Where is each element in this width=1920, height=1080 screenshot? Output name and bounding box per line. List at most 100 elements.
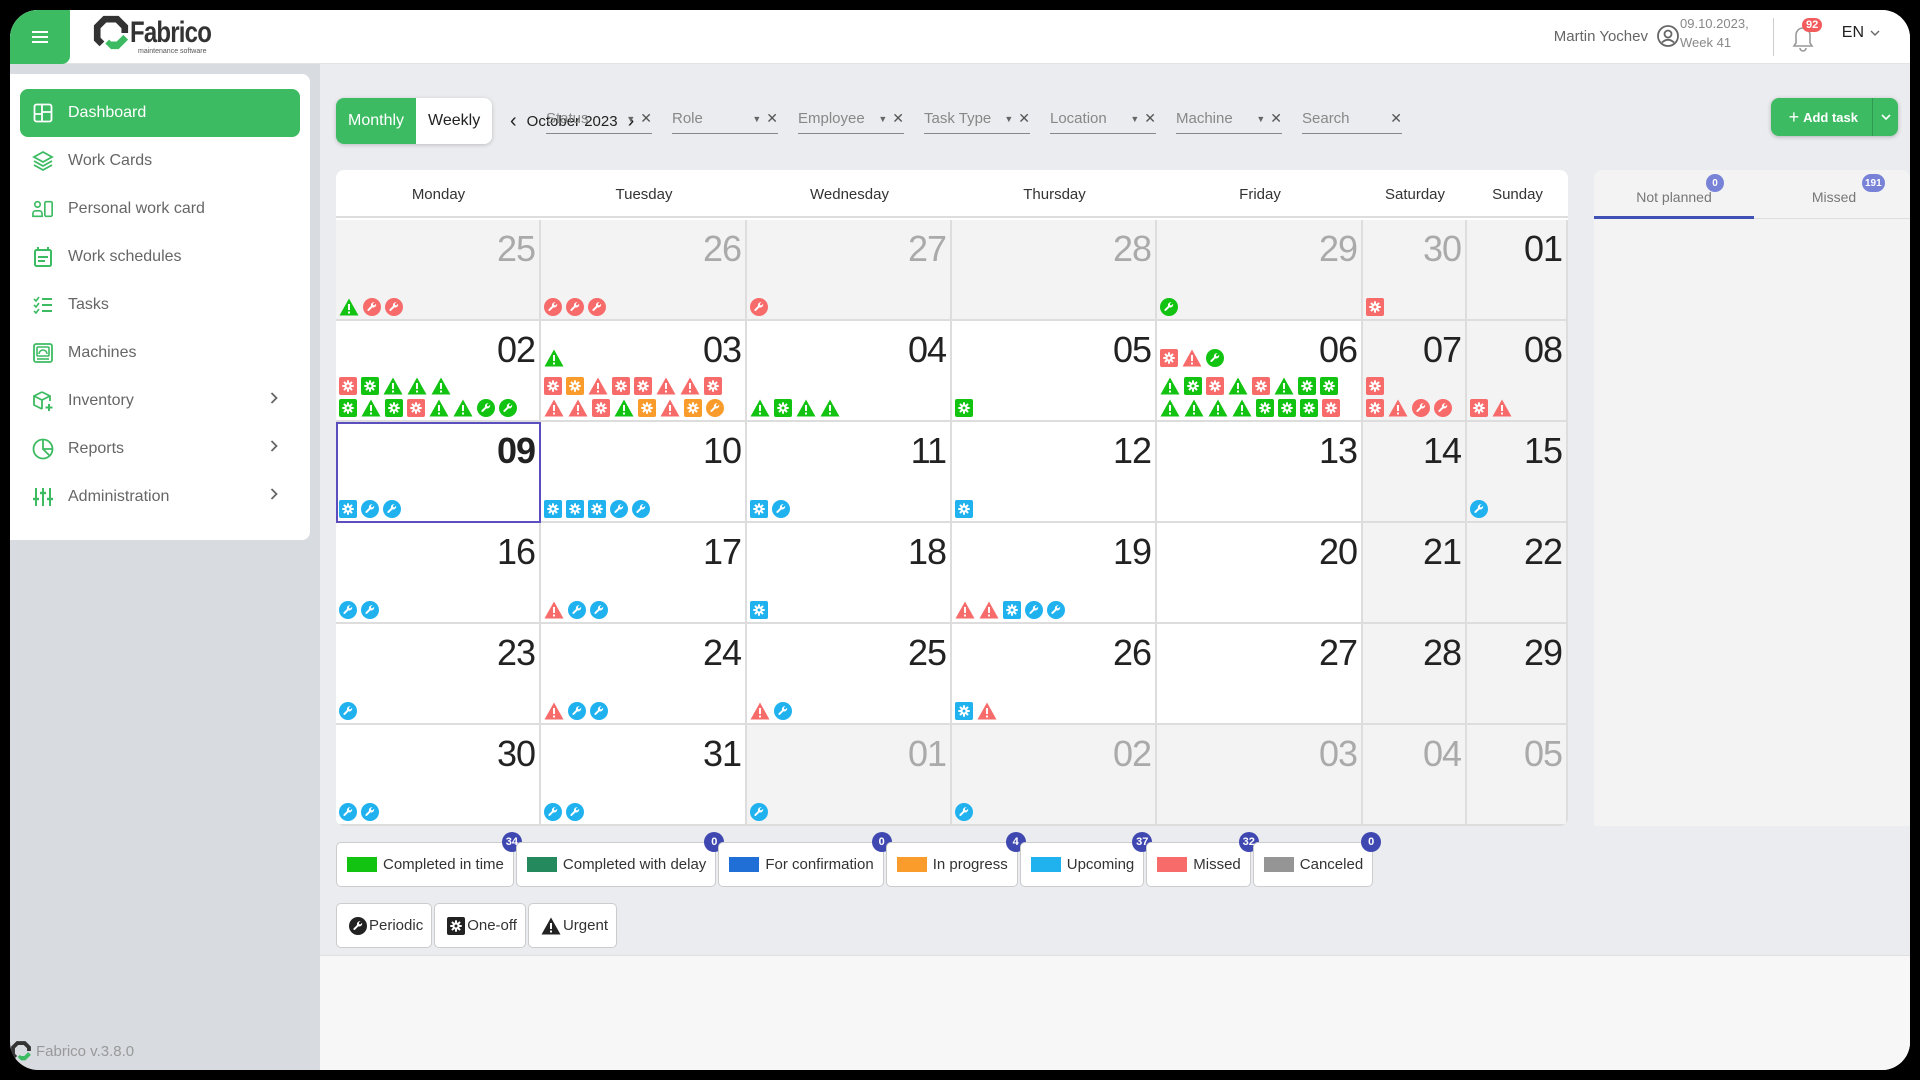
periodic-task-wrench-icon[interactable] [568, 601, 586, 619]
urgent-task-warning-icon[interactable] [361, 399, 381, 417]
periodic-task-wrench-icon[interactable] [339, 601, 357, 619]
calendar-day-cell[interactable]: 16 [336, 523, 541, 624]
sidebar-item-machines[interactable]: Machines [20, 329, 300, 377]
legend-status-in-progress[interactable]: In progress 4 [885, 832, 1026, 887]
periodic-task-wrench-icon[interactable] [544, 298, 562, 316]
urgent-task-warning-icon[interactable] [544, 601, 564, 619]
calendar-day-cell[interactable]: 27 [747, 220, 952, 321]
one-off-task-gear-icon[interactable] [385, 399, 403, 417]
notifications-button[interactable]: 92 [1790, 18, 1823, 52]
filter-task-type[interactable]: Task Type ▼ ✕ [924, 104, 1030, 134]
calendar-day-cell[interactable]: 26 [541, 220, 747, 321]
sidebar-item-inventory[interactable]: Inventory [20, 377, 300, 425]
user-menu[interactable]: Martin Yochev [1554, 24, 1680, 48]
periodic-task-wrench-icon[interactable] [1160, 298, 1178, 316]
periodic-task-wrench-icon[interactable] [566, 298, 584, 316]
dropdown-caret-icon[interactable]: ▼ [626, 114, 635, 124]
one-off-task-gear-icon[interactable] [339, 399, 357, 417]
urgent-task-warning-icon[interactable] [429, 399, 449, 417]
periodic-task-wrench-icon[interactable] [610, 500, 628, 518]
calendar-day-cell[interactable]: 02 [952, 725, 1157, 826]
urgent-task-warning-icon[interactable] [588, 377, 608, 395]
periodic-task-wrench-icon[interactable] [339, 702, 357, 720]
dropdown-caret-icon[interactable]: ▼ [1130, 114, 1139, 124]
periodic-task-wrench-icon[interactable] [955, 803, 973, 821]
urgent-task-warning-icon[interactable] [339, 298, 359, 316]
one-off-task-gear-icon[interactable] [1278, 399, 1296, 417]
periodic-task-wrench-icon[interactable] [361, 601, 379, 619]
legend-status-missed[interactable]: Missed 32 [1146, 832, 1259, 887]
one-off-task-gear-icon[interactable] [407, 399, 425, 417]
urgent-task-warning-icon[interactable] [955, 601, 975, 619]
calendar-day-cell[interactable]: 25 [747, 624, 952, 725]
clear-filter-icon[interactable]: ✕ [892, 110, 904, 127]
dropdown-caret-icon[interactable]: ▼ [752, 114, 761, 124]
calendar-day-cell[interactable]: 04 [747, 321, 952, 422]
sidebar-item-reports[interactable]: Reports [20, 425, 300, 473]
urgent-task-warning-icon[interactable] [544, 702, 564, 720]
legend-status-completed-in-time[interactable]: Completed in time 34 [336, 832, 522, 887]
periodic-task-wrench-icon[interactable] [385, 298, 403, 316]
periodic-task-wrench-icon[interactable] [750, 803, 768, 821]
periodic-task-wrench-icon[interactable] [499, 399, 517, 417]
urgent-task-warning-icon[interactable] [1208, 399, 1228, 417]
urgent-task-warning-icon[interactable] [544, 399, 564, 417]
previous-month-button[interactable]: ‹ [510, 110, 517, 133]
periodic-task-wrench-icon[interactable] [361, 803, 379, 821]
dropdown-caret-icon[interactable]: ▼ [1004, 114, 1013, 124]
urgent-task-warning-icon[interactable] [656, 377, 676, 395]
one-off-task-gear-icon[interactable] [1300, 399, 1318, 417]
clear-filter-icon[interactable]: ✕ [1018, 110, 1030, 127]
urgent-task-warning-icon[interactable] [750, 702, 770, 720]
calendar-day-cell[interactable]: 17 [541, 523, 747, 624]
one-off-task-gear-icon[interactable] [774, 399, 792, 417]
calendar-day-cell[interactable]: 31 [541, 725, 747, 826]
periodic-task-wrench-icon[interactable] [588, 298, 606, 316]
filter-employee[interactable]: Employee ▼ ✕ [798, 104, 904, 134]
legend-type-urgent[interactable]: Urgent [527, 903, 617, 948]
calendar-day-cell[interactable]: 11 [747, 422, 952, 523]
calendar-day-cell[interactable]: 29 [1467, 624, 1568, 725]
urgent-task-warning-icon[interactable] [383, 377, 403, 395]
clear-filter-icon[interactable]: ✕ [640, 110, 652, 127]
urgent-task-warning-icon[interactable] [796, 399, 816, 417]
calendar-day-cell[interactable]: 21 [1363, 523, 1467, 624]
periodic-task-wrench-icon[interactable] [590, 601, 608, 619]
urgent-task-warning-icon[interactable] [568, 399, 588, 417]
one-off-task-gear-icon[interactable] [361, 377, 379, 395]
periodic-task-wrench-icon[interactable] [1047, 601, 1065, 619]
dropdown-caret-icon[interactable]: ▼ [1256, 114, 1265, 124]
calendar-day-cell[interactable]: 05 [1467, 725, 1568, 826]
one-off-task-gear-icon[interactable] [750, 500, 768, 518]
clear-filter-icon[interactable]: ✕ [766, 110, 778, 127]
urgent-task-warning-icon[interactable] [614, 399, 634, 417]
calendar-day-cell[interactable]: 01 [747, 725, 952, 826]
one-off-task-gear-icon[interactable] [1320, 377, 1338, 395]
urgent-task-warning-icon[interactable] [1232, 399, 1252, 417]
urgent-task-warning-icon[interactable] [1388, 399, 1408, 417]
calendar-day-cell[interactable]: 13 [1157, 422, 1363, 523]
filter-machine[interactable]: Machine ▼ ✕ [1176, 104, 1282, 134]
calendar-day-cell[interactable]: 26 [952, 624, 1157, 725]
tab-missed[interactable]: Missed 191 [1754, 170, 1910, 218]
calendar-day-cell[interactable]: 19 [952, 523, 1157, 624]
calendar-day-cell[interactable]: 23 [336, 624, 541, 725]
calendar-day-cell[interactable]: 20 [1157, 523, 1363, 624]
one-off-task-gear-icon[interactable] [544, 377, 562, 395]
clear-filter-icon[interactable]: ✕ [1270, 110, 1282, 127]
one-off-task-gear-icon[interactable] [339, 500, 357, 518]
calendar-day-cell[interactable]: 05 [952, 321, 1157, 422]
legend-status-upcoming[interactable]: Upcoming 37 [1019, 832, 1153, 887]
periodic-task-wrench-icon[interactable] [1434, 399, 1452, 417]
calendar-day-cell[interactable]: 24 [541, 624, 747, 725]
one-off-task-gear-icon[interactable] [1256, 399, 1274, 417]
one-off-task-gear-icon[interactable] [955, 399, 973, 417]
clear-filter-icon[interactable]: ✕ [1144, 110, 1156, 127]
one-off-task-gear-icon[interactable] [638, 399, 656, 417]
calendar-day-cell[interactable]: 30 [336, 725, 541, 826]
one-off-task-gear-icon[interactable] [588, 500, 606, 518]
one-off-task-gear-icon[interactable] [566, 500, 584, 518]
calendar-day-cell[interactable]: 15 [1467, 422, 1568, 523]
calendar-day-cell[interactable]: 28 [1363, 624, 1467, 725]
periodic-task-wrench-icon[interactable] [772, 500, 790, 518]
